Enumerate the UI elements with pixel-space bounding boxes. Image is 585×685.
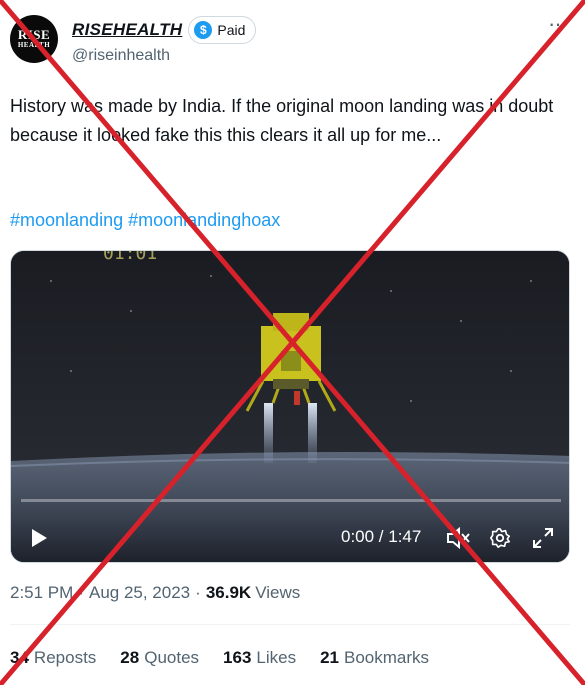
- avatar-logo-line1: RISE: [17, 27, 51, 42]
- video-frame-lander: 01:01: [11, 251, 569, 562]
- hashtag-link[interactable]: #moonlanding: [10, 210, 123, 230]
- dollar-coin-icon: $: [194, 21, 213, 39]
- avatar[interactable]: RISE HEALTH: [10, 15, 58, 63]
- views-label: Views: [255, 583, 301, 602]
- avatar-logo-line2: HEALTH: [17, 41, 51, 49]
- divider: [10, 624, 570, 625]
- video-player[interactable]: 01:01 0:00 / 1:47: [10, 250, 570, 563]
- paid-badge[interactable]: $ Paid: [188, 16, 257, 44]
- paid-badge-label: Paid: [217, 22, 246, 38]
- stat-reposts[interactable]: 34 Reposts: [10, 648, 96, 668]
- stat-quotes[interactable]: 28 Quotes: [120, 648, 199, 668]
- video-progress-bar[interactable]: [21, 499, 561, 502]
- settings-icon[interactable]: [489, 527, 511, 549]
- hashtag-link[interactable]: #moonlandinghoax: [128, 210, 280, 230]
- engagement-stats: 34 Reposts 28 Quotes 163 Likes 21 Bookma…: [10, 648, 453, 668]
- mute-icon[interactable]: [445, 526, 471, 550]
- author-display-name[interactable]: RISEHEALTH: [72, 20, 182, 40]
- tweet-text: History was made by India. If the origin…: [10, 96, 554, 145]
- video-time: 0:00 / 1:47: [341, 527, 422, 546]
- play-icon[interactable]: [29, 527, 49, 549]
- tweet-date[interactable]: Aug 25, 2023: [89, 583, 190, 603]
- stat-likes[interactable]: 163 Likes: [223, 648, 296, 668]
- hashtags: #moonlanding #moonlandinghoax: [10, 207, 280, 233]
- tweet-time[interactable]: 2:51 PM: [10, 583, 73, 603]
- fullscreen-icon[interactable]: [531, 526, 555, 550]
- author-name-row: RISEHEALTH $ Paid: [72, 16, 257, 44]
- tweet-meta: 2:51 PM · Aug 25, 2023 · 36.9K Views: [10, 583, 301, 603]
- author-handle[interactable]: @riseinhealth: [72, 47, 170, 65]
- stat-bookmarks[interactable]: 21 Bookmarks: [320, 648, 429, 668]
- tweet-card: RISE HEALTH RISEHEALTH $ Paid @riseinhea…: [0, 0, 585, 685]
- more-icon[interactable]: ···: [548, 13, 568, 35]
- svg-text:01:01: 01:01: [103, 251, 157, 264]
- views-count: 36.9K: [205, 583, 252, 602]
